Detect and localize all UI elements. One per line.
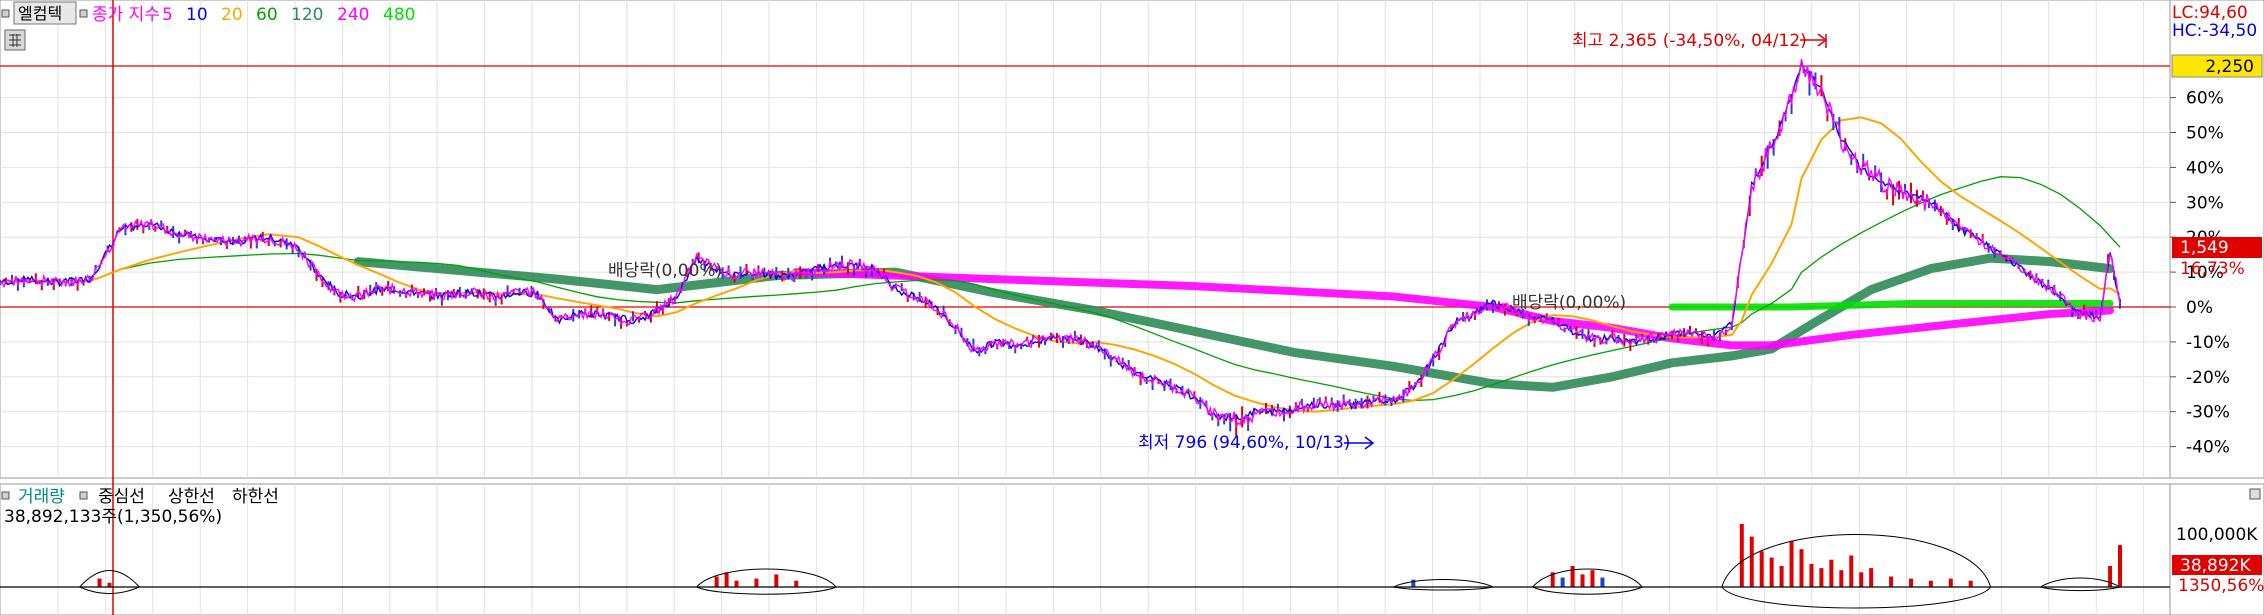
volume-title: 거래량: [18, 487, 65, 507]
volume-bar: [2118, 545, 2122, 587]
volume-legend-bullet: [1, 491, 10, 500]
volume-bar: [1928, 580, 1933, 587]
y-tick-label: -30%: [2186, 403, 2230, 423]
volume-bar: [1749, 536, 1754, 587]
volume-bar: [1590, 570, 1595, 587]
volume-bar: [1570, 566, 1575, 587]
volume-total-label: 38,892,133주(1,350,56%): [4, 507, 222, 527]
volume-bar: [714, 576, 719, 587]
volume-bar: [1829, 559, 1834, 587]
volume-bar: [1849, 555, 1854, 587]
ma-legend-240: 240: [337, 5, 369, 25]
volume-bar: [97, 578, 102, 587]
low-annotation: 최저 796 (94,60%, 10/13): [1138, 433, 1350, 453]
dividend-label-2: 배당락(0,00%): [1512, 293, 1626, 313]
current-volume-pct-label: 1350,56%: [2178, 576, 2264, 596]
volume-bar: [734, 580, 739, 587]
volume-panel-toggle[interactable]: [2249, 488, 2261, 500]
ma-legend-10: 10: [186, 5, 208, 25]
ref-price-label: 2,250: [2205, 57, 2254, 77]
volume-bar: [1769, 557, 1774, 587]
y-tick-label: 60%: [2186, 89, 2224, 109]
volume-bar: [1889, 576, 1894, 587]
volume-bar: [1789, 540, 1794, 587]
y-tick-label: 0%: [2186, 298, 2213, 318]
volume-bar: [1600, 577, 1605, 587]
volume-bar: [2108, 566, 2113, 587]
volume-panel-frame: [0, 483, 2171, 615]
band-upper-label: 상한선: [168, 487, 215, 507]
y-tick-label: -10%: [2186, 333, 2230, 353]
ma-legend-5: 5: [162, 5, 173, 25]
volume-bar: [1809, 563, 1814, 587]
volume-bar: [1819, 568, 1824, 587]
volume-bar: [1869, 568, 1874, 587]
band-lower-label: 하한선: [232, 487, 279, 507]
y-tick-label: -20%: [2186, 368, 2230, 388]
volume-axis-label: 100,000K: [2176, 525, 2258, 545]
current-volume-label: 38,892K: [2180, 556, 2251, 576]
volume-bar: [1968, 580, 1973, 587]
y-tick-label: 30%: [2186, 193, 2224, 213]
volume-bar: [1739, 524, 1744, 587]
current-price-label: 1,549: [2180, 238, 2229, 258]
current-change-label: 16,73%: [2180, 259, 2245, 279]
price-panel-frame: [0, 0, 2171, 479]
volume-legend-bullet-2: [79, 491, 88, 500]
volume-bar: [107, 582, 112, 587]
volume-bar: [774, 574, 779, 587]
ma-legend-120: 120: [291, 5, 323, 25]
ma-480-line: [1668, 300, 2114, 311]
volume-bar: [1859, 572, 1864, 587]
y-tick-label: 50%: [2186, 124, 2224, 144]
volume-bar: [1779, 566, 1784, 587]
volume-bar: [724, 572, 729, 587]
y-tick-label: -40%: [2186, 438, 2230, 458]
dividend-label-1: 배당락(0,00%): [608, 261, 722, 281]
volume-bar: [754, 578, 759, 587]
band-center-label: 중심선: [98, 487, 145, 507]
ma-legend-480: 480: [383, 5, 415, 25]
volume-bar: [1948, 578, 1953, 587]
hc-label: HC:-34,50: [2172, 21, 2257, 41]
ma-legend-20: 20: [221, 5, 243, 25]
volume-bar: [1560, 577, 1565, 587]
y-tick-label: 40%: [2186, 158, 2224, 178]
volume-bar: [1759, 551, 1764, 587]
legend-badge-label: 엘컴텍: [18, 4, 62, 23]
volume-bar: [1839, 570, 1844, 587]
lc-label: LC:94,60: [2172, 3, 2248, 23]
stock-chart: 60%50%40%30%20%10%0%-10%-20%-30%-40% 엘컴텍…: [0, 0, 2264, 615]
ma-legend-60: 60: [256, 5, 278, 25]
legend-bullet-2: [79, 9, 88, 18]
high-annotation: 최고 2,365 (-34,50%, 04/12): [1572, 31, 1807, 51]
volume-bar: [794, 580, 799, 587]
volume-bar: [1908, 578, 1913, 587]
volume-bar: [1580, 574, 1585, 587]
legend-bullet: [1, 9, 10, 18]
volume-bar: [1799, 549, 1804, 587]
indicator-title: 종가 지수: [92, 5, 160, 25]
